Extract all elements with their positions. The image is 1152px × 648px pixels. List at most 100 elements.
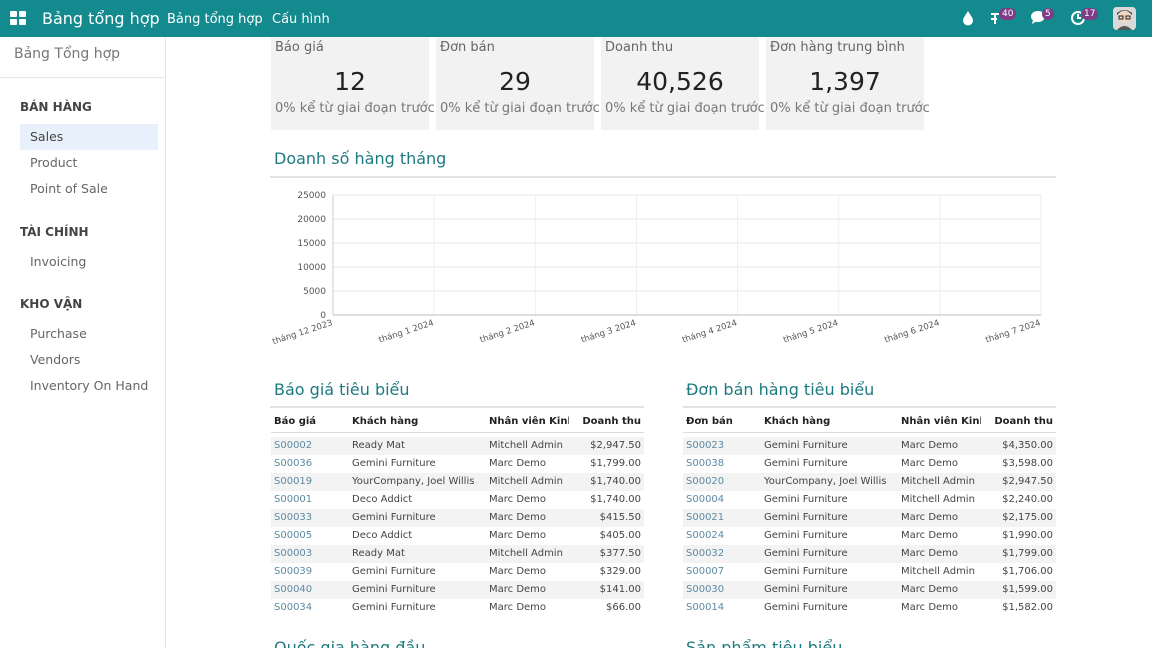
customer-name: Gemini Furniture [764,584,848,595]
order-reference[interactable]: S00001 [274,491,312,509]
column-header[interactable]: Nhân viên Kinh d [901,411,981,433]
table-row[interactable]: S00020 YourCompany, Joel Willis Mitchell A… [683,473,1056,491]
table-row[interactable]: S00005 Deco Addict Marc Demo $405.00 [271,527,644,545]
order-reference[interactable]: S00024 [686,527,724,545]
clock-badge: 17 [1081,8,1099,20]
sidebar-item-vendors[interactable]: Vendors [20,347,158,373]
salesperson: Marc Demo [489,512,547,523]
sidebar-item-product[interactable]: Product [20,150,158,176]
order-reference[interactable]: S00020 [686,473,724,491]
sidebar-item-sales[interactable]: Sales [20,124,158,150]
kpi-card-quotes[interactable]: Báo giá 12 0% kể từ giai đoạn trước [271,37,435,130]
table-row[interactable]: S00023 Gemini Furniture Marc Demo $4,350.00 [683,437,1056,455]
table-header: Báo giá Khách hàng Nhân viên Kinh d Doanh t… [271,411,644,433]
table-row[interactable]: S00004 Gemini Furniture Mitchell Admin $2,2… [683,491,1056,509]
revenue-amount: $66.00 [606,602,641,613]
column-header[interactable]: Khách hàng [352,411,418,433]
sidebar-section-finance: TÀI CHÍNH [20,225,89,239]
column-header[interactable]: Khách hàng [764,411,830,433]
y-tick-label: 5000 [303,287,326,297]
order-reference[interactable]: S00003 [274,545,312,563]
column-header[interactable]: Doanh thu [582,411,641,433]
column-header[interactable]: Báo giá [274,411,316,433]
column-header[interactable]: Nhân viên Kinh d [489,411,569,433]
sidebar-item-inventory-on-hand[interactable]: Inventory On Hand [20,373,158,399]
kpi-card-orders[interactable]: Đơn bán 29 0% kể từ giai đoạn trước [436,37,600,130]
kpi-label: Báo giá [275,40,324,55]
sidebar-item-invoicing[interactable]: Invoicing [20,249,158,275]
table-row[interactable]: S00021 Gemini Furniture Marc Demo $2,175.00 [683,509,1056,527]
table-row[interactable]: S00024 Gemini Furniture Marc Demo $1,990.00 [683,527,1056,545]
kpi-value: 29 [499,67,531,96]
top-countries-title: Quốc gia hàng đầu [274,638,426,648]
customer-name: Deco Addict [352,530,413,541]
table-row[interactable]: S00014 Gemini Furniture Marc Demo $1,582.00 [683,599,1056,617]
table-row[interactable]: S00003 Ready Mat Mitchell Admin $377.50 [271,545,644,563]
order-reference[interactable]: S00014 [686,599,724,617]
table-row[interactable]: S00030 Gemini Furniture Marc Demo $1,599.00 [683,581,1056,599]
top-products-title: Sản phẩm tiêu biểu [686,638,843,648]
order-reference[interactable]: S00036 [274,455,312,473]
revenue-amount: $1,740.00 [590,494,641,505]
apps-menu-icon[interactable] [10,11,26,25]
kpi-change: 0% kể từ giai đoạn trước [605,101,765,116]
salesperson: Marc Demo [901,530,959,541]
x-tick-label: tháng 6 2024 [883,318,940,345]
table-row[interactable]: S00040 Gemini Furniture Marc Demo $141.00 [271,581,644,599]
column-header[interactable]: Đơn bán [686,411,733,433]
water-drop-icon[interactable] [962,10,974,30]
sidebar-item-purchase[interactable]: Purchase [20,321,158,347]
table-row[interactable]: S00019 YourCompany, Joel Willis Mitchell A… [271,473,644,491]
order-reference[interactable]: S00002 [274,437,312,455]
customer-name: Gemini Furniture [764,548,848,559]
order-reference[interactable]: S00034 [274,599,312,617]
salesperson: Marc Demo [901,458,959,469]
salesperson: Mitchell Admin [901,476,975,487]
order-reference[interactable]: S00038 [686,455,724,473]
order-reference[interactable]: S00023 [686,437,724,455]
order-reference[interactable]: S00039 [274,563,312,581]
table-row[interactable]: S00039 Gemini Furniture Marc Demo $329.00 [271,563,644,581]
kpi-card-revenue[interactable]: Doanh thu 40,526 0% kể từ giai đoạn trướ… [601,37,765,130]
table-row[interactable]: S00002 Ready Mat Mitchell Admin $2,947.50 [271,437,644,455]
order-reference[interactable]: S00007 [686,563,724,581]
table-row[interactable]: S00007 Gemini Furniture Mitchell Admin $1,7… [683,563,1056,581]
order-reference[interactable]: S00004 [686,491,724,509]
order-reference[interactable]: S00033 [274,509,312,527]
customer-name: Gemini Furniture [352,458,436,469]
revenue-amount: $2,947.50 [590,440,641,451]
top-quotes-title: Báo giá tiêu biểu [274,380,410,399]
revenue-amount: $2,240.00 [1002,494,1053,505]
salesperson: Mitchell Admin [489,440,563,451]
table-row[interactable]: S00033 Gemini Furniture Marc Demo $415.50 [271,509,644,527]
revenue-amount: $2,175.00 [1002,512,1053,523]
customer-name: Gemini Furniture [764,512,848,523]
nav-config[interactable]: Cấu hình [272,12,330,27]
kpi-change: 0% kể từ giai đoạn trước [275,101,435,116]
revenue-amount: $1,990.00 [1002,530,1053,541]
sidebar-title: Bảng Tổng hợp [14,46,121,62]
sidebar-item-point-of-sale[interactable]: Point of Sale [20,176,158,202]
kpi-label: Đơn bán [440,40,495,55]
order-reference[interactable]: S00021 [686,509,724,527]
x-tick-label: tháng 12 2023 [272,318,334,347]
app-brand[interactable]: Bảng tổng hợp [42,9,160,28]
table-row[interactable]: S00034 Gemini Furniture Marc Demo $66.00 [271,599,644,617]
table-row[interactable]: S00032 Gemini Furniture Marc Demo $1,799.00 [683,545,1056,563]
kpi-card-average-order[interactable]: Đơn hàng trung bình 1,397 0% kể từ giai … [766,37,930,130]
order-reference[interactable]: S00030 [686,581,724,599]
sidebar: Bảng Tổng hợp BÁN HÀNG Sales Product Poi… [0,37,166,648]
revenue-amount: $3,598.00 [1002,458,1053,469]
order-reference[interactable]: S00032 [686,545,724,563]
table-row[interactable]: S00038 Gemini Furniture Marc Demo $3,598.00 [683,455,1056,473]
user-avatar[interactable] [1113,7,1136,30]
nav-dashboard[interactable]: Bảng tổng hợp [167,12,263,27]
top-navbar: Bảng tổng hợp Bảng tổng hợp Cấu hình 40 … [0,0,1152,37]
order-reference[interactable]: S00040 [274,581,312,599]
customer-name: Gemini Furniture [764,530,848,541]
table-row[interactable]: S00001 Deco Addict Marc Demo $1,740.00 [271,491,644,509]
column-header[interactable]: Doanh thu [994,411,1053,433]
order-reference[interactable]: S00005 [274,527,312,545]
table-row[interactable]: S00036 Gemini Furniture Marc Demo $1,799.00 [271,455,644,473]
order-reference[interactable]: S00019 [274,473,312,491]
